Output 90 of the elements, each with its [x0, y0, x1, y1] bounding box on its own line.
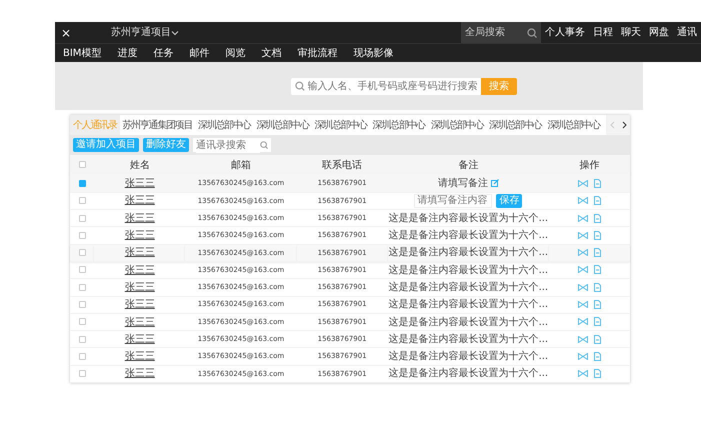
name-link[interactable]: 张三三	[124, 282, 155, 293]
name-link[interactable]: 张三三	[124, 334, 155, 345]
nav-link[interactable]: 现场影像	[345, 46, 402, 60]
search-icon[interactable]	[295, 81, 305, 91]
remark-input[interactable]: 请填写备注内容	[414, 194, 492, 208]
name-link[interactable]: 张三三	[124, 230, 155, 242]
bowtie-icon[interactable]	[578, 232, 588, 239]
row-checkbox[interactable]	[78, 249, 86, 256]
search-icon[interactable]	[260, 140, 268, 150]
column-header: 备注	[458, 160, 478, 170]
caret-icon[interactable]	[171, 30, 180, 36]
name-link[interactable]: 张三三	[124, 299, 155, 310]
nav-link[interactable]: 文档	[253, 46, 290, 60]
project-dropdown[interactable]: 苏州亨通项目	[111, 25, 172, 40]
bowtie-icon[interactable]	[578, 318, 588, 326]
nav-link[interactable]: BIM模型	[55, 46, 110, 60]
row-checkbox[interactable]	[78, 266, 86, 274]
row-checkbox[interactable]	[78, 214, 86, 222]
chevron-left-icon	[610, 120, 614, 129]
close-button[interactable]: ×	[55, 26, 78, 38]
people-search-field[interactable]: 输入人名、手机号码或座号码进行搜索	[291, 78, 481, 94]
edit-icon[interactable]	[490, 179, 499, 188]
document-icon[interactable]	[594, 248, 602, 258]
bowtie-icon[interactable]	[578, 284, 588, 291]
nav-link[interactable]: 审批流程	[289, 46, 346, 60]
row-checkbox[interactable]	[78, 352, 86, 360]
global-search-field[interactable]: 全局搜索	[461, 22, 541, 43]
document-icon[interactable]	[594, 214, 602, 223]
remark-text: 这是是备注内容最长设置为十六个...	[388, 230, 548, 242]
next-button[interactable]	[618, 115, 630, 135]
row-checkbox[interactable]	[78, 370, 86, 378]
bowtie-icon[interactable]	[578, 180, 588, 187]
name-link[interactable]: 张三三	[124, 195, 155, 206]
name-link[interactable]: 张三三	[124, 351, 155, 362]
bowtie-icon[interactable]	[578, 301, 588, 308]
bowtie-icon[interactable]	[578, 370, 588, 378]
bowtie-icon[interactable]	[578, 352, 588, 360]
nav-link[interactable]: 邮件	[181, 46, 218, 60]
row-checkbox[interactable]	[78, 197, 86, 204]
column-header: 姓名	[130, 160, 150, 170]
column-header: 联系电话	[322, 160, 362, 170]
header-link[interactable]: 网盘	[645, 25, 673, 40]
remark-text: 这是是备注内容最长设置为十六个...	[388, 351, 548, 362]
document-icon[interactable]	[594, 196, 602, 206]
bowtie-icon[interactable]	[578, 266, 588, 274]
remark-text: 这是是备注内容最长设置为十六个...	[388, 334, 548, 345]
bowtie-icon[interactable]	[578, 249, 588, 256]
select-all-checkbox[interactable]	[78, 161, 86, 168]
document-icon[interactable]	[594, 334, 602, 344]
nav-link[interactable]: 任务	[145, 46, 182, 60]
row-checkbox[interactable]	[78, 301, 86, 308]
bowtie-icon[interactable]	[578, 214, 588, 222]
remark-text: 这是是备注内容最长设置为十六个...	[388, 264, 548, 276]
remark-text: 请填写备注	[438, 178, 488, 189]
row-checkbox[interactable]	[78, 232, 86, 239]
document-icon[interactable]	[594, 369, 602, 378]
document-icon[interactable]	[594, 352, 602, 361]
name-link[interactable]: 张三三	[124, 368, 155, 380]
remark-text: 这是是备注内容最长设置为十六个...	[388, 247, 548, 258]
document-icon[interactable]	[594, 282, 602, 292]
chevron-right-icon	[622, 120, 626, 129]
contacts-search-field[interactable]: 通讯录搜索	[193, 138, 271, 152]
header-link[interactable]: 日程	[589, 25, 617, 40]
name-link[interactable]: 张三三	[124, 264, 155, 276]
name-link[interactable]: 张三三	[124, 316, 155, 328]
document-icon[interactable]	[594, 300, 602, 310]
header-link[interactable]: 个人事务	[541, 25, 589, 40]
nav-link[interactable]: 进度	[109, 46, 146, 60]
remark-text: 这是是备注内容最长设置为十六个...	[388, 212, 548, 224]
document-icon[interactable]	[594, 230, 602, 240]
document-icon[interactable]	[594, 317, 602, 326]
column-header: 操作	[580, 160, 600, 170]
name-link[interactable]: 张三三	[124, 212, 155, 224]
remark-text: 这是是备注内容最长设置为十六个...	[388, 299, 548, 310]
bowtie-icon[interactable]	[578, 197, 588, 204]
document-icon[interactable]	[594, 178, 602, 188]
header-link[interactable]: 聊天	[617, 25, 645, 40]
remark-text: 这是是备注内容最长设置为十六个...	[388, 368, 548, 380]
search-icon[interactable]	[527, 28, 537, 38]
header-link[interactable]: 通讯	[673, 25, 701, 40]
column-header: 邮箱	[230, 160, 251, 170]
bowtie-icon[interactable]	[578, 336, 588, 343]
row-checkbox[interactable]	[78, 284, 86, 291]
remark-text: 这是是备注内容最长设置为十六个...	[388, 316, 548, 328]
row-checkbox[interactable]	[78, 318, 86, 326]
row-checkbox[interactable]	[78, 180, 86, 187]
nav-link[interactable]: 阅览	[217, 46, 254, 60]
row-checkbox[interactable]	[78, 336, 86, 343]
document-icon[interactable]	[594, 265, 602, 274]
remark-text: 这是是备注内容最长设置为十六个...	[388, 282, 548, 293]
